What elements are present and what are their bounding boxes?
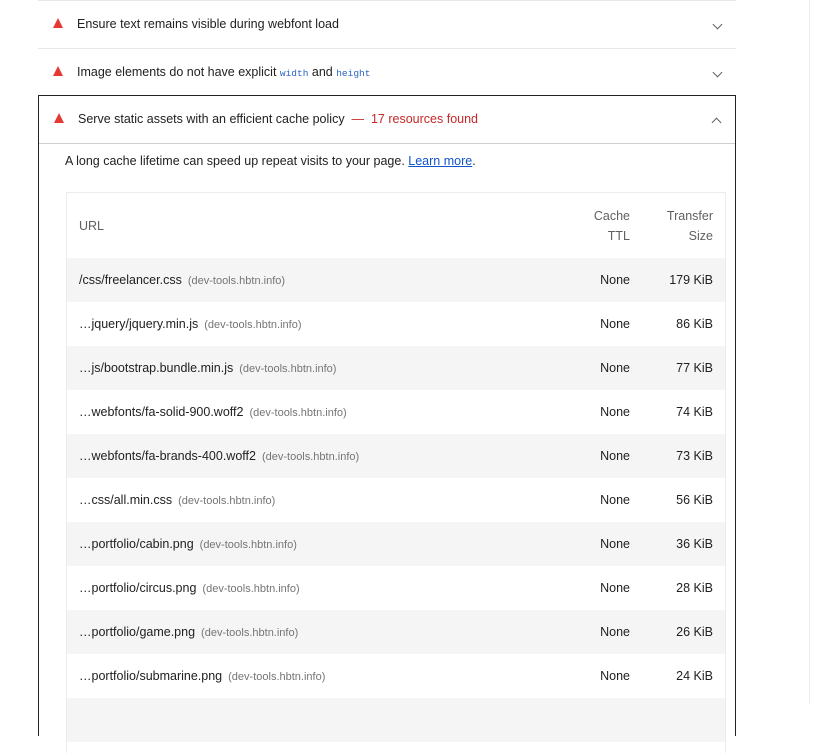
- code-width: width: [279, 68, 309, 79]
- resource-url: …jquery/jquery.min.js: [79, 317, 199, 331]
- table-row: …webfonts/fa-solid-900.woff2 (dev-tools.h…: [67, 390, 725, 434]
- audit-title: Ensure text remains visible during webfo…: [77, 17, 339, 31]
- resources-table: URL Cache TTL Transfer Size /css/freelance…: [66, 192, 726, 753]
- audit-list: Ensure text remains visible during webfo…: [38, 0, 736, 96]
- resource-host: (dev-tools.hbtn.info): [178, 495, 276, 507]
- url-cell: …portfolio/submarine.png (dev-tools.hbtn.…: [67, 654, 559, 698]
- column-url: URL: [79, 218, 105, 233]
- url-cell: …jquery/jquery.min.js (dev-tools.hbtn.inf…: [67, 302, 559, 346]
- url-cell: …portfolio/circus.png (dev-tools.hbtn.inf…: [67, 566, 559, 610]
- resource-host: (dev-tools.hbtn.info): [228, 671, 326, 683]
- url-cell: /css/freelancer.css (dev-tools.hbtn.info): [67, 258, 559, 302]
- resource-url: …webfonts/fa-solid-900.woff2: [79, 405, 244, 419]
- table-row: …portfolio/game.png (dev-tools.hbtn.info)…: [67, 610, 725, 654]
- column-transfer-size: Transfer Size: [630, 193, 725, 258]
- header-size-line1: Transfer: [666, 208, 713, 223]
- audit-unsized-images[interactable]: Image elements do not have explicit widt…: [38, 48, 736, 96]
- audit-title: Image elements do not have explicit widt…: [77, 65, 370, 79]
- audit-header[interactable]: Serve static assets with an efficient ca…: [39, 96, 735, 144]
- table-row: /css/freelancer.css (dev-tools.hbtn.info)…: [67, 258, 725, 302]
- cache-ttl-cell: None: [559, 346, 630, 390]
- cache-ttl-cell: None: [559, 610, 630, 654]
- fail-triangle-icon: [53, 66, 63, 76]
- code-height: height: [336, 68, 371, 79]
- url-cell: …webfonts/fa-solid-900.woff2 (dev-tools.h…: [67, 390, 559, 434]
- table-row: …webfonts/fa-brands-400.woff2 (dev-tools.…: [67, 434, 725, 478]
- resource-host: (dev-tools.hbtn.info): [204, 319, 302, 331]
- audit-title: Serve static assets with an efficient ca…: [78, 112, 478, 126]
- transfer-size-cell: 28 KiB: [676, 581, 713, 595]
- table-row-partial: [67, 698, 725, 742]
- display-value: 17 resources found: [370, 112, 478, 126]
- chevron-down-icon[interactable]: [712, 19, 723, 30]
- resource-url: …css/all.min.css: [79, 493, 173, 507]
- cache-ttl-cell: None: [600, 317, 630, 331]
- transfer-size-cell: 73 KiB: [630, 434, 725, 478]
- resource-url: …portfolio/circus.png: [79, 581, 197, 595]
- table-row: …jquery/jquery.min.js (dev-tools.hbtn.inf…: [67, 302, 725, 346]
- url-cell: …js/bootstrap.bundle.min.js (dev-tools.hb…: [67, 346, 559, 390]
- audit-title-text: Serve static assets with an efficient ca…: [78, 112, 345, 126]
- transfer-size-cell: 36 KiB: [630, 522, 725, 566]
- audit-cache-policy: Serve static assets with an efficient ca…: [38, 95, 736, 753]
- table-header-row: URL Cache TTL Transfer Size: [67, 193, 725, 258]
- cache-ttl-cell: None: [600, 581, 630, 595]
- url-cell: …portfolio/game.png (dev-tools.hbtn.info): [67, 610, 559, 654]
- resource-url: …js/bootstrap.bundle.min.js: [79, 361, 234, 375]
- cache-ttl-cell: None: [600, 493, 630, 507]
- resource-host: (dev-tools.hbtn.info): [201, 627, 299, 639]
- resource-url: /css/freelancer.css: [79, 273, 182, 287]
- cache-ttl-cell: None: [600, 669, 630, 683]
- header-ttl-line2: TTL: [607, 228, 630, 243]
- url-cell: …css/all.min.css (dev-tools.hbtn.info): [67, 478, 559, 522]
- page-right-divider: [809, 0, 810, 704]
- header-ttl-line1: Cache: [593, 208, 630, 223]
- title-separator: —: [351, 112, 365, 126]
- resource-url: …webfonts/fa-brands-400.woff2: [79, 449, 256, 463]
- fail-triangle-icon: [54, 113, 64, 123]
- header-size-line2: Size: [688, 228, 713, 243]
- transfer-size-cell: 74 KiB: [676, 405, 713, 419]
- resource-host: (dev-tools.hbtn.info): [239, 363, 337, 375]
- learn-more-link[interactable]: Learn more: [408, 154, 472, 168]
- transfer-size-cell: 179 KiB: [630, 258, 725, 302]
- resource-url: …portfolio/game.png: [79, 625, 196, 639]
- cache-ttl-cell: None: [559, 258, 630, 302]
- resource-host: (dev-tools.hbtn.info): [202, 583, 300, 595]
- audit-title-mid: and: [308, 65, 337, 79]
- column-cache-ttl: Cache TTL: [559, 193, 630, 258]
- description-text: A long cache lifetime can speed up repea…: [65, 154, 405, 168]
- chevron-down-icon[interactable]: [712, 67, 723, 78]
- resource-url: …portfolio/cabin.png: [79, 537, 194, 551]
- cache-ttl-cell: None: [600, 405, 630, 419]
- resource-host: (dev-tools.hbtn.info): [249, 407, 347, 419]
- resource-host: (dev-tools.hbtn.info): [199, 539, 297, 551]
- url-cell: …portfolio/cabin.png (dev-tools.hbtn.info…: [67, 522, 559, 566]
- cache-ttl-cell: None: [559, 434, 630, 478]
- audit-title-prefix: Image elements do not have explicit: [77, 65, 280, 79]
- table-row: …portfolio/circus.png (dev-tools.hbtn.inf…: [67, 566, 725, 610]
- resource-host: (dev-tools.hbtn.info): [261, 451, 360, 463]
- description-end: .: [472, 154, 476, 168]
- resource-url: …portfolio/submarine.png: [79, 669, 223, 683]
- resource-host: (dev-tools.hbtn.info): [187, 275, 286, 287]
- table-row: …portfolio/submarine.png (dev-tools.hbtn.…: [67, 654, 725, 698]
- table-row: …js/bootstrap.bundle.min.js (dev-tools.hb…: [67, 346, 725, 390]
- audit-description: A long cache lifetime can speed up repea…: [65, 154, 476, 168]
- audit-font-display[interactable]: Ensure text remains visible during webfo…: [38, 0, 736, 48]
- transfer-size-cell: 86 KiB: [676, 317, 713, 331]
- cache-ttl-cell: None: [559, 522, 630, 566]
- chevron-up-icon[interactable]: [711, 117, 722, 128]
- transfer-size-cell: 26 KiB: [630, 610, 725, 654]
- transfer-size-cell: 56 KiB: [676, 493, 713, 507]
- fail-triangle-icon: [53, 18, 63, 28]
- url-cell: …webfonts/fa-brands-400.woff2 (dev-tools.…: [67, 434, 559, 478]
- table-row: …css/all.min.css (dev-tools.hbtn.info) No…: [67, 478, 725, 522]
- transfer-size-cell: 77 KiB: [630, 346, 725, 390]
- table-row: …portfolio/cabin.png (dev-tools.hbtn.info…: [67, 522, 725, 566]
- transfer-size-cell: 24 KiB: [676, 669, 713, 683]
